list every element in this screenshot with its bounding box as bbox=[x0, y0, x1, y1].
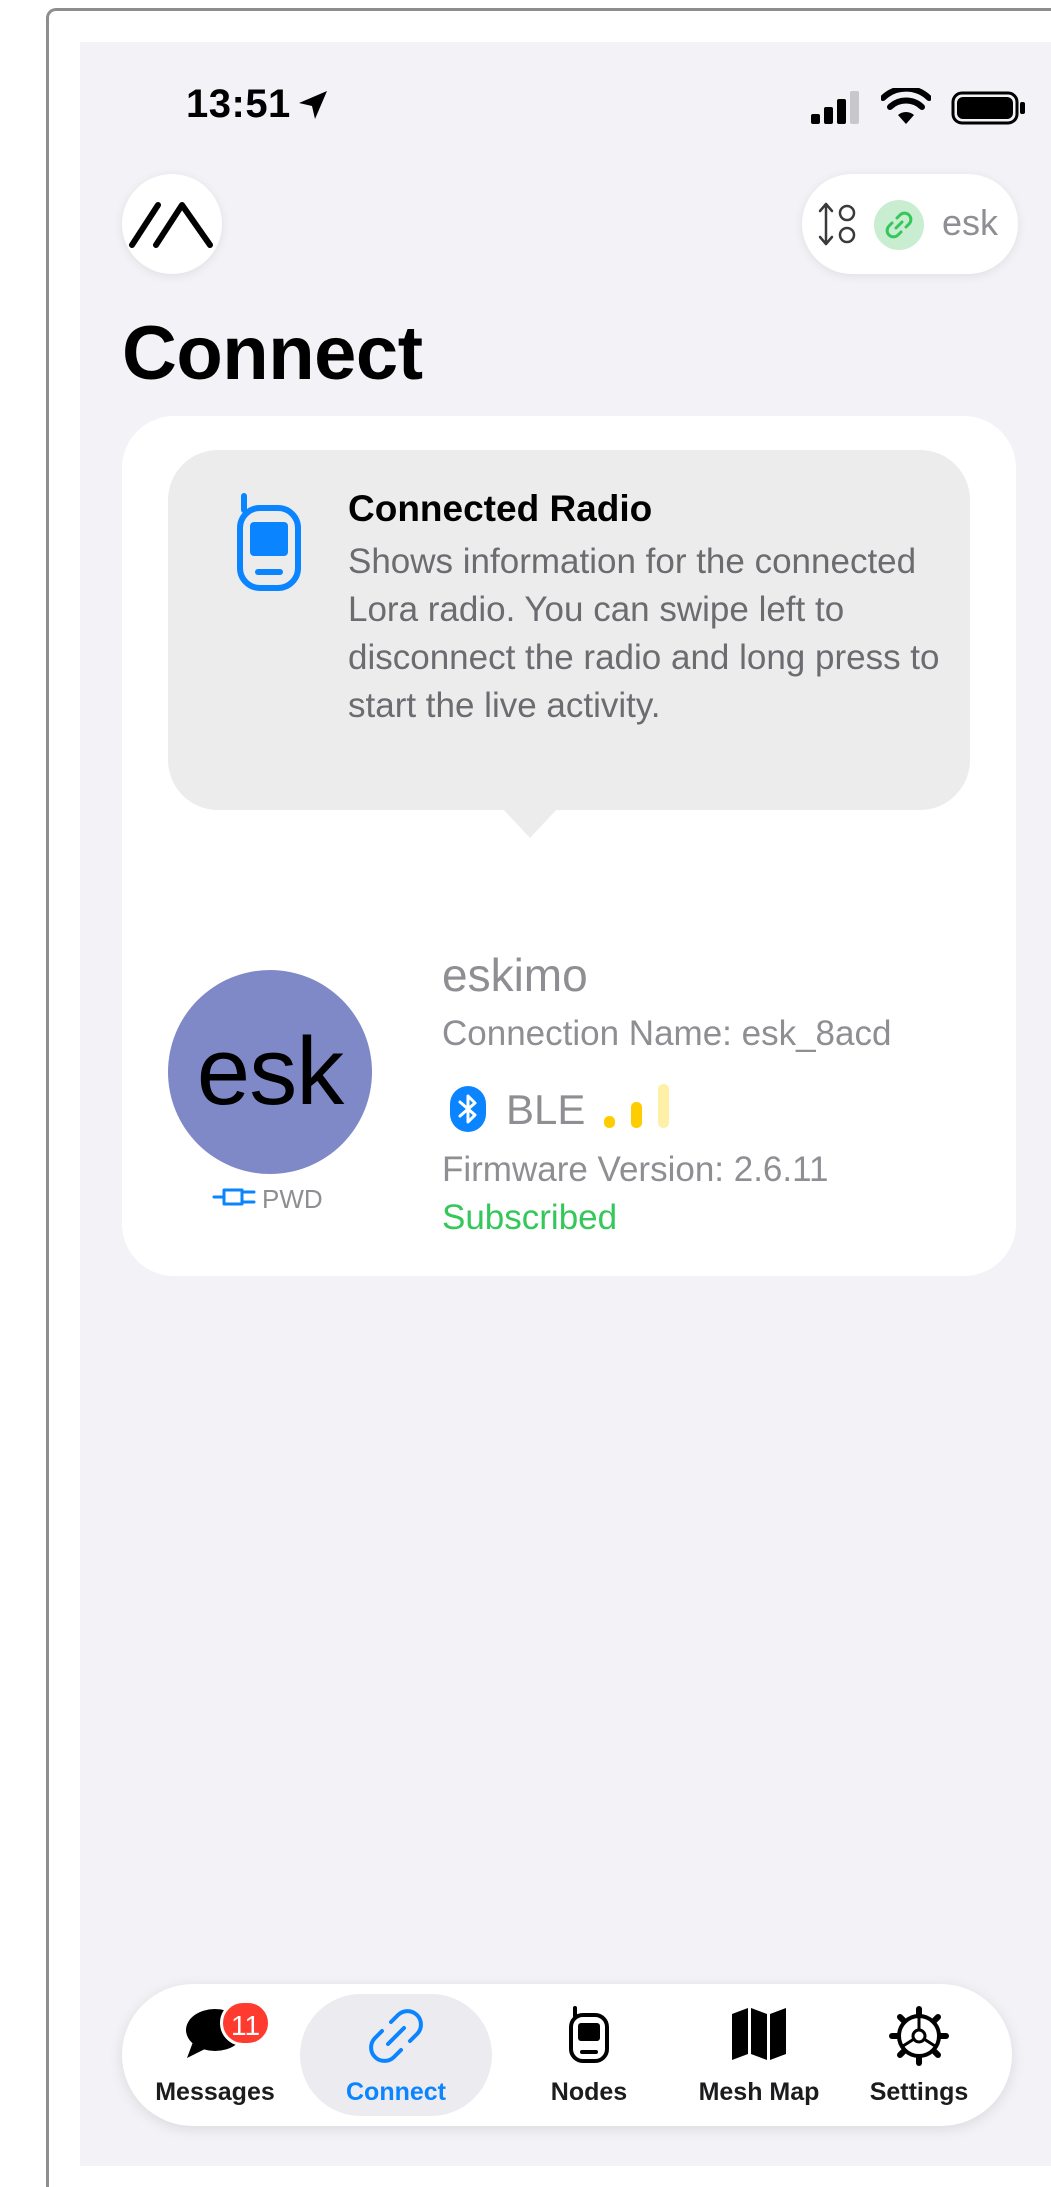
link-icon bbox=[369, 2009, 423, 2063]
meshtastic-logo-icon bbox=[129, 202, 213, 248]
connection-name: Connection Name: esk_8acd bbox=[442, 1014, 892, 1053]
battery-icon bbox=[951, 91, 1025, 125]
page-title: Connect bbox=[122, 311, 423, 396]
tab-label-settings: Settings bbox=[869, 2078, 969, 2106]
connected-radio-card: Connected Radio Shows information for th… bbox=[122, 416, 1016, 1276]
power-label: PWD bbox=[262, 1184, 323, 1214]
tab-label-connect: Connect bbox=[346, 2078, 446, 2106]
connected-radio-tip[interactable]: Connected Radio Shows information for th… bbox=[168, 450, 970, 810]
tab-label-mesh-map: Mesh Map bbox=[698, 2078, 820, 2106]
tip-title: Connected Radio bbox=[348, 488, 653, 529]
tab-mesh-map[interactable]: Mesh Map bbox=[674, 1994, 844, 2116]
gear-icon bbox=[889, 2006, 949, 2066]
tab-label-messages: Messages bbox=[155, 2078, 275, 2106]
radio-device-icon bbox=[569, 2006, 609, 2063]
app-logo-button[interactable] bbox=[122, 174, 222, 274]
tip-pointer bbox=[502, 808, 558, 838]
transport-row: BLE bbox=[442, 1076, 742, 1136]
signal-strength-icon bbox=[604, 1084, 669, 1128]
location-arrow-icon bbox=[299, 91, 327, 119]
firmware-version: Firmware Version: 2.6.11 bbox=[442, 1150, 829, 1189]
tab-messages[interactable]: 11 Messages bbox=[130, 1994, 300, 2116]
tab-nodes[interactable]: Nodes bbox=[504, 1994, 674, 2116]
bluetooth-icon bbox=[450, 1086, 486, 1132]
map-icon bbox=[732, 2008, 786, 2060]
radio-avatar[interactable]: esk bbox=[168, 970, 372, 1174]
power-plug-icon bbox=[212, 1188, 256, 1206]
avatar-short-name: esk bbox=[196, 1018, 344, 1125]
link-icon bbox=[874, 200, 924, 250]
cellular-signal-icon bbox=[811, 91, 859, 124]
app-screen: 13:51 esk Connect Connected Radio Shows … bbox=[80, 42, 1051, 2166]
transport-label: BLE bbox=[506, 1086, 586, 1133]
subscription-status: Subscribed bbox=[442, 1198, 618, 1237]
connection-status-pill[interactable]: esk bbox=[802, 174, 1018, 274]
radio-device-icon bbox=[237, 493, 301, 591]
tab-connect[interactable]: Connect bbox=[300, 1994, 492, 2116]
tab-label-nodes: Nodes bbox=[550, 2078, 628, 2106]
unread-badge: 11 bbox=[220, 2000, 272, 2046]
connected-node-short-name: esk bbox=[942, 202, 999, 243]
status-time: 13:51 bbox=[186, 82, 291, 126]
sort-arrows-icon bbox=[818, 202, 856, 246]
tip-body: Shows information for the connected Lora… bbox=[348, 542, 940, 725]
status-bar: 13:51 bbox=[80, 42, 1051, 172]
radio-long-name: eskimo bbox=[442, 949, 588, 1001]
status-icons bbox=[811, 88, 1051, 128]
tab-bar: 11 Messages Connect Nodes Mesh Map Setti… bbox=[122, 1984, 1012, 2126]
tab-settings[interactable]: Settings bbox=[834, 1994, 1004, 2116]
wifi-icon bbox=[881, 88, 931, 124]
